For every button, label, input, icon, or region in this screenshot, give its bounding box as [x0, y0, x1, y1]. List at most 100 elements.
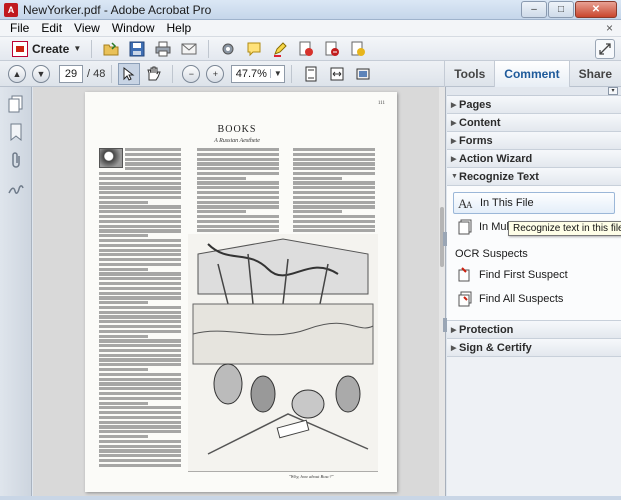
section-label: Forms: [459, 134, 493, 147]
menu-help[interactable]: Help: [161, 21, 198, 35]
text-line: [293, 224, 375, 228]
text-line: [293, 152, 375, 156]
maximize-button[interactable]: □: [548, 1, 574, 18]
ocr-suspects-heading: OCR Suspects: [455, 248, 528, 260]
highlight-icon[interactable]: [269, 39, 291, 59]
text-line: [197, 186, 279, 190]
page-number-label: 111: [377, 101, 385, 106]
tab-tools[interactable]: Tools: [444, 61, 494, 87]
zoom-select[interactable]: 47.7% ▼: [231, 64, 286, 83]
email-icon[interactable]: [178, 39, 200, 59]
menu-edit[interactable]: Edit: [35, 21, 68, 35]
text-line: [99, 420, 181, 424]
text-line: [99, 243, 181, 247]
text-line: [197, 200, 279, 204]
action-label: Find First Suspect: [479, 269, 568, 281]
expand-triangle-icon: ▶: [451, 155, 457, 163]
open-folder-icon[interactable]: [100, 39, 122, 59]
print-icon[interactable]: [152, 39, 174, 59]
acrobat-app-icon[interactable]: A: [4, 2, 18, 17]
text-line: [125, 162, 181, 166]
create-button[interactable]: Create ▼: [8, 39, 85, 59]
text-line: [99, 210, 181, 214]
zoom-out-icon[interactable]: −: [182, 64, 201, 83]
comment-icon[interactable]: [243, 39, 265, 59]
menu-window[interactable]: Window: [106, 21, 161, 35]
save-icon[interactable]: [126, 39, 148, 59]
section-recognize-text[interactable]: ▼ Recognize Text: [447, 168, 621, 186]
menu-view[interactable]: View: [68, 21, 106, 35]
text-line: [99, 434, 149, 439]
page-thumbnails-icon[interactable]: [7, 95, 25, 113]
text-line: [99, 396, 181, 400]
pane-options-icon[interactable]: ▾: [608, 87, 618, 95]
action-label: In This File: [480, 197, 534, 209]
text-line: [99, 325, 181, 329]
text-line: [99, 329, 181, 333]
read-mode-icon[interactable]: [352, 64, 374, 84]
expand-triangle-icon: ▶: [451, 137, 457, 145]
minimize-button[interactable]: –: [521, 1, 547, 18]
fit-page-icon[interactable]: [300, 64, 322, 84]
document-view[interactable]: 111 BOOKS A Russian Aesthete "Why, how a…: [33, 87, 446, 496]
signatures-icon[interactable]: [7, 179, 25, 197]
text-line: [99, 344, 181, 348]
stamp-icon[interactable]: [347, 39, 369, 59]
toolbar-divider: [291, 64, 293, 83]
text-line: [197, 219, 279, 223]
text-column-2: [197, 148, 279, 239]
page-number-input[interactable]: 29: [59, 64, 83, 83]
section-sign-certify[interactable]: ▶ Sign & Certify: [447, 339, 621, 357]
sign-icon[interactable]: [295, 39, 317, 59]
gear-icon[interactable]: [217, 39, 239, 59]
text-line: [293, 186, 375, 190]
next-page-icon[interactable]: ▼: [32, 64, 50, 83]
section-action-wizard[interactable]: ▶ Action Wizard: [447, 150, 621, 168]
text-line: [99, 176, 181, 180]
pane-header: ▾: [447, 87, 621, 96]
text-line: [99, 353, 181, 357]
expand-triangle-icon: ▶: [451, 326, 457, 334]
previous-page-icon[interactable]: ▲: [8, 64, 26, 83]
pdf-page[interactable]: 111 BOOKS A Russian Aesthete "Why, how a…: [85, 92, 397, 492]
text-line: [197, 157, 279, 161]
tab-comment[interactable]: Comment: [494, 61, 569, 87]
share-icon[interactable]: [321, 39, 343, 59]
find-all-suspects-button[interactable]: Find All Suspects: [453, 288, 615, 310]
attachments-icon[interactable]: [7, 151, 25, 169]
text-line: [99, 348, 181, 353]
text-line: [197, 191, 279, 195]
text-line: [197, 167, 279, 171]
fit-width-icon[interactable]: [326, 64, 348, 84]
select-tool-icon[interactable]: [118, 62, 141, 85]
toolbar-divider: [208, 39, 210, 58]
expand-triangle-icon: ▶: [451, 119, 457, 127]
text-line: [99, 411, 181, 415]
tab-share[interactable]: Share: [568, 61, 621, 87]
text-line: [99, 334, 149, 338]
section-pages[interactable]: ▶ Pages: [447, 96, 621, 114]
section-label: Pages: [459, 98, 492, 111]
text-line: [99, 458, 181, 463]
text-line: [99, 444, 181, 448]
text-line: [293, 200, 375, 204]
vertical-scrollbar[interactable]: [439, 87, 445, 496]
bookmarks-icon[interactable]: [7, 123, 25, 141]
recognize-in-this-file-button[interactable]: AA In This File: [453, 192, 615, 214]
close-document-icon[interactable]: ×: [606, 21, 613, 35]
text-line: [99, 219, 181, 223]
text-line: [99, 363, 181, 367]
close-button[interactable]: ✕: [575, 1, 617, 18]
text-line: [99, 253, 181, 257]
text-line: [99, 281, 181, 286]
section-protection[interactable]: ▶ Protection: [447, 321, 621, 339]
zoom-in-icon[interactable]: +: [206, 64, 225, 83]
section-forms[interactable]: ▶ Forms: [447, 132, 621, 150]
chevron-down-icon[interactable]: ▼: [270, 69, 284, 78]
section-content[interactable]: ▶ Content: [447, 114, 621, 132]
menu-file[interactable]: File: [0, 21, 35, 35]
text-line: [99, 238, 181, 243]
expand-view-icon[interactable]: [595, 39, 615, 59]
hand-tool-icon[interactable]: [142, 64, 164, 84]
find-first-suspect-button[interactable]: Find First Suspect: [453, 264, 615, 286]
